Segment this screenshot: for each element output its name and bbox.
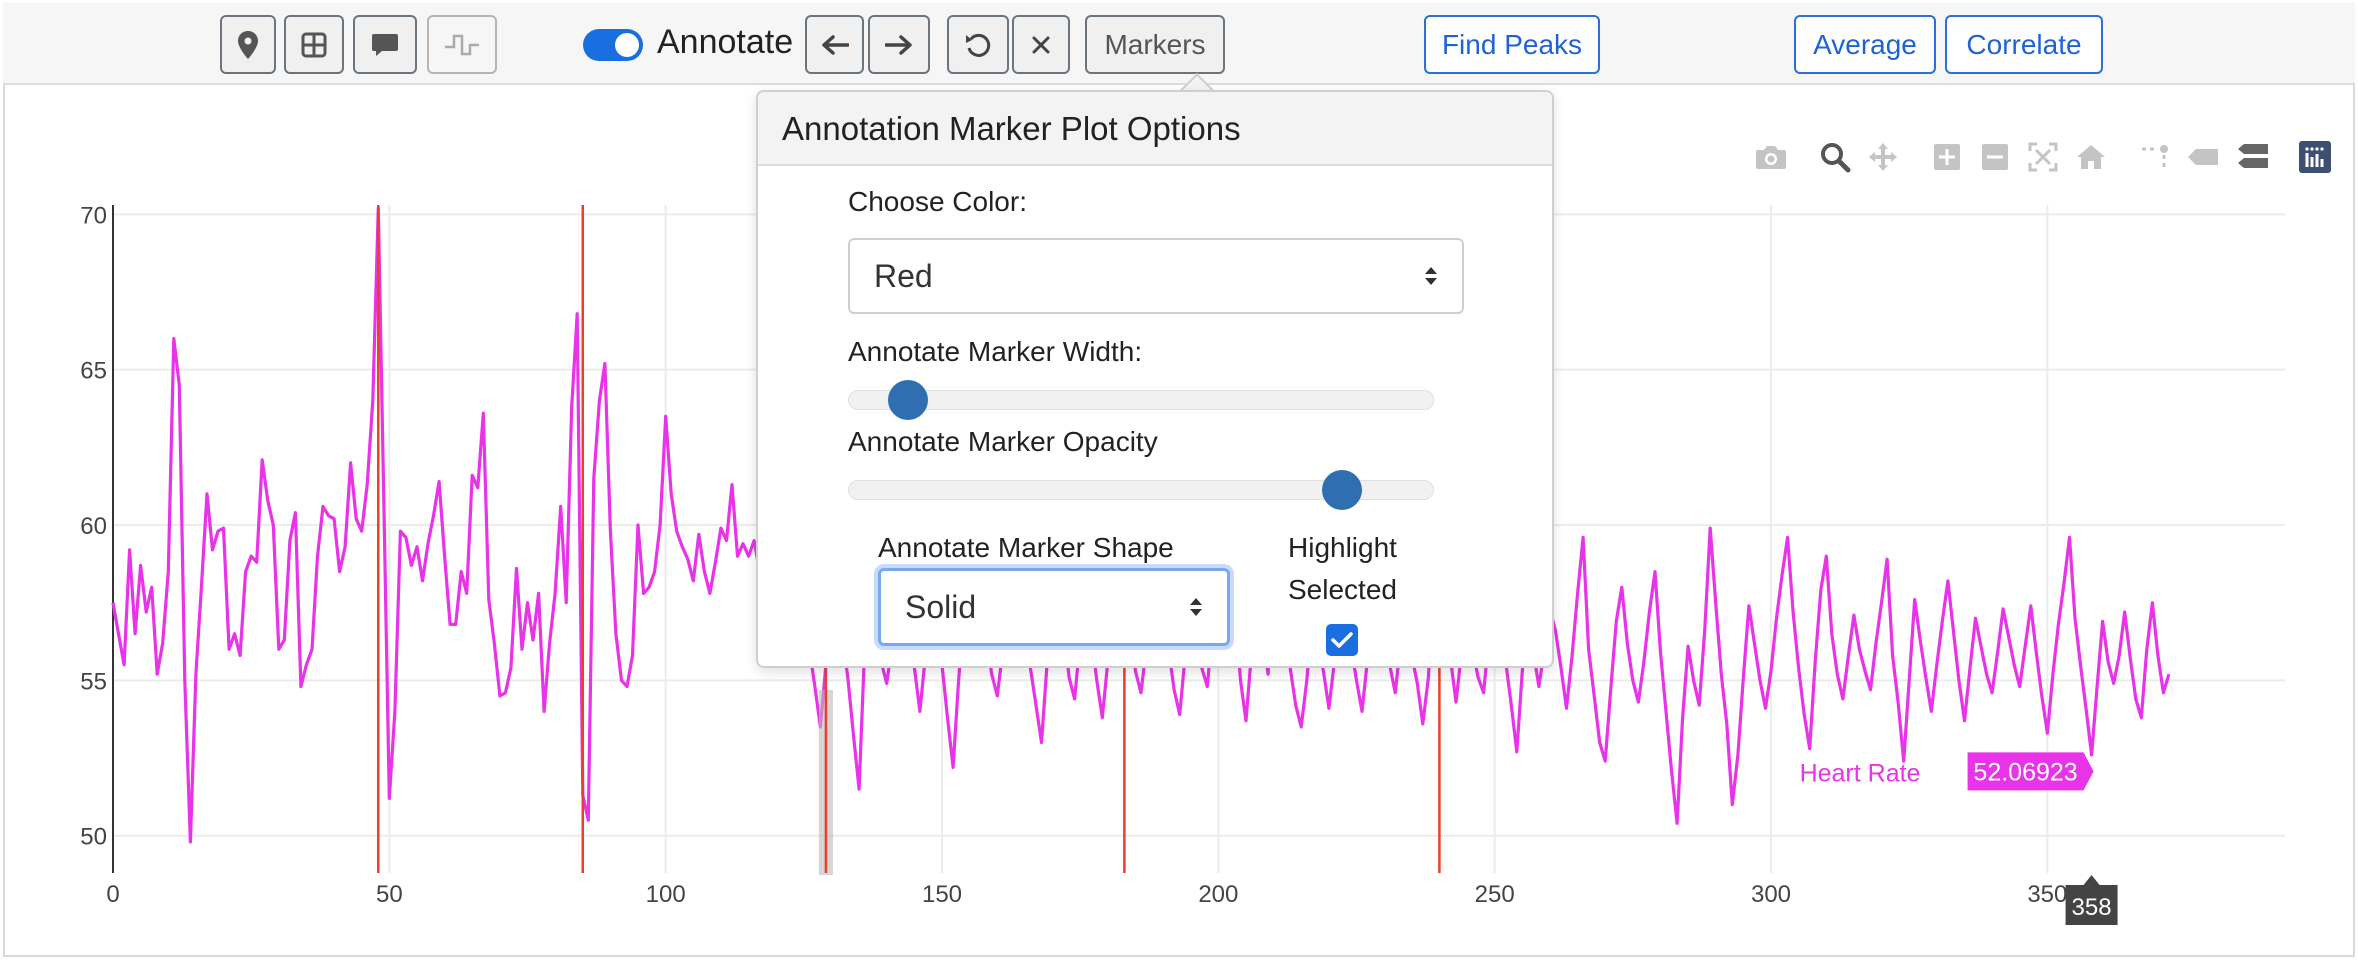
find-peaks-button[interactable]: Find Peaks	[1424, 15, 1600, 74]
annotate-toggle[interactable]	[583, 29, 643, 61]
next-button[interactable]	[868, 15, 930, 74]
undo-button[interactable]	[947, 15, 1009, 74]
clear-button[interactable]	[1012, 15, 1070, 74]
color-select-value: Red	[874, 258, 933, 294]
color-select[interactable]: Red	[848, 238, 1464, 314]
pan-icon[interactable]	[1866, 140, 1900, 174]
checkmark-icon	[1331, 632, 1353, 648]
spike-lines-icon[interactable]	[2138, 140, 2172, 174]
correlate-button[interactable]: Correlate	[1945, 15, 2103, 74]
hover-closest-icon[interactable]	[2186, 140, 2220, 174]
y-tick-label: 70	[80, 202, 107, 229]
hover-compare-icon[interactable]	[2236, 140, 2270, 174]
hover-x-text: 358	[2072, 894, 2112, 921]
y-tick-label: 50	[80, 824, 107, 851]
toggle-knob	[615, 33, 639, 57]
x-tick-label: 300	[1751, 881, 1791, 908]
x-tick-label: 0	[106, 881, 119, 908]
camera-icon[interactable]	[1754, 140, 1788, 174]
average-button[interactable]: Average	[1794, 15, 1936, 74]
grid-button[interactable]	[284, 15, 344, 74]
marker-options-popover: Annotation Marker Plot Options Choose Co…	[756, 90, 1554, 668]
step-wave-icon	[445, 34, 479, 55]
marker-shape-label: Annotate Marker Shape	[878, 532, 1174, 563]
map-pin-icon	[238, 30, 258, 59]
marker-opacity-label: Annotate Marker Opacity	[848, 426, 1158, 457]
annotate-label: Annotate	[657, 23, 794, 61]
marker-shape-value: Solid	[905, 589, 977, 625]
grid-icon	[301, 32, 327, 57]
markers-button[interactable]: Markers	[1085, 15, 1225, 74]
marker-width-thumb[interactable]	[888, 380, 928, 420]
autoscale-icon[interactable]	[2026, 140, 2060, 174]
x-tick-label: 200	[1198, 881, 1238, 908]
toolbar: Annotate Markers Find Peaks Average Corr…	[3, 3, 2355, 85]
undo-icon	[966, 33, 991, 57]
popover-title: Annotation Marker Plot Options	[782, 110, 1241, 147]
popover-header: Annotation Marker Plot Options	[758, 92, 1552, 166]
x-tick-label: 100	[646, 881, 686, 908]
comment-button[interactable]	[353, 15, 417, 74]
map-pin-button[interactable]	[220, 15, 276, 74]
highlight-selected-checkbox[interactable]	[1326, 624, 1358, 656]
highlight-label-line1: Highlight	[1288, 532, 1397, 563]
x-tick-label: 50	[376, 881, 403, 908]
reset-axes-icon[interactable]	[2074, 140, 2108, 174]
x-tick-label: 250	[1475, 881, 1515, 908]
x-tick-label: 350	[2027, 881, 2067, 908]
plotly-logo-icon[interactable]	[2298, 140, 2332, 174]
y-tick-label: 60	[80, 513, 107, 540]
zoom-out-icon[interactable]	[1978, 140, 2012, 174]
prev-button[interactable]	[805, 15, 864, 74]
color-label: Choose Color:	[848, 186, 1027, 217]
comment-icon	[372, 33, 398, 56]
close-icon	[1032, 36, 1050, 53]
marker-width-label: Annotate Marker Width:	[848, 336, 1143, 367]
arrow-right-icon	[885, 34, 912, 55]
y-tick-label: 55	[80, 668, 107, 695]
marker-width-slider[interactable]	[848, 390, 1434, 410]
y-tick-label: 65	[80, 358, 107, 385]
highlight-label-line2: Selected	[1288, 574, 1397, 605]
zoom-in-icon[interactable]	[1930, 140, 1964, 174]
arrow-left-icon	[821, 34, 849, 55]
step-wave-button[interactable]	[427, 15, 497, 74]
hover-series-name: Heart Rate	[1800, 759, 1921, 787]
hover-value-text: 52.06923	[1973, 758, 2077, 786]
marker-shape-select[interactable]: Solid	[878, 568, 1230, 646]
select-caret-icon	[1425, 267, 1437, 285]
select-caret-icon	[1190, 598, 1202, 616]
zoom-icon[interactable]	[1818, 140, 1852, 174]
x-tick-label: 150	[922, 881, 962, 908]
marker-opacity-thumb[interactable]	[1322, 470, 1362, 510]
